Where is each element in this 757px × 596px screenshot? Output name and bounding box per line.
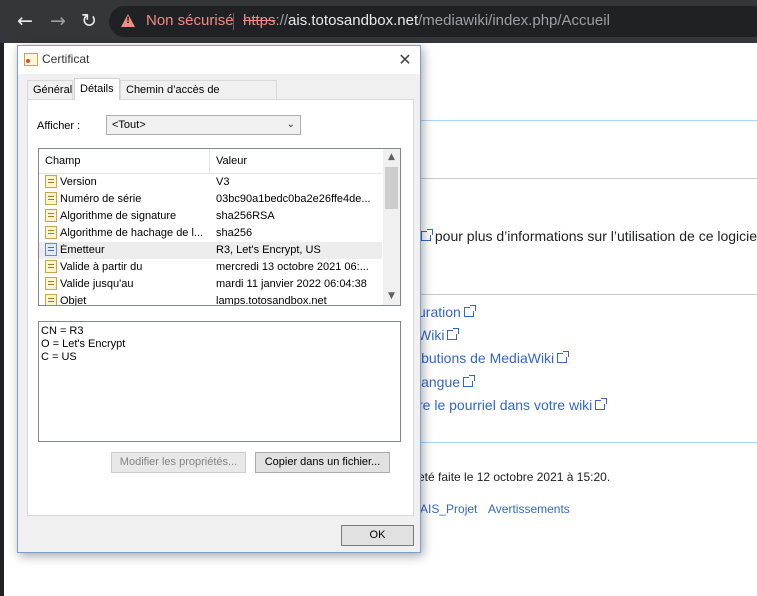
scrollbar-thumb[interactable]	[385, 167, 398, 209]
field-value: lamps.totosandbox.net	[216, 295, 327, 306]
field-name: Valide jusqu'au	[60, 278, 134, 290]
link-spam[interactable]: re le pourriel dans votre wiki	[418, 397, 608, 413]
url-path: /mediawiki/index.php/Accueil	[418, 12, 610, 29]
field-value: mardi 11 janvier 2022 06:04:38	[216, 278, 367, 290]
show-select[interactable]: <Tout> ⌄	[106, 115, 301, 135]
chevron-down-icon: ⌄	[286, 119, 295, 130]
detail-line: C = US	[41, 351, 77, 363]
list-item[interactable]: Objet lamps.totosandbox.net	[39, 293, 382, 306]
link-configuration[interactable]: uration	[418, 304, 476, 320]
list-scrollbar[interactable]: ▲ ▼	[383, 149, 400, 305]
list-item[interactable]: Algorithme de signature sha256RSA	[39, 208, 382, 225]
field-name: Émetteur	[60, 244, 105, 256]
field-value: 03bc90a1bedc0ba2e26ffe4de...	[216, 193, 371, 205]
link-wiki[interactable]: Wiki	[418, 327, 460, 343]
list-item[interactable]: Numéro de série 03bc90a1bedc0ba2e26ffe4de…	[39, 191, 382, 208]
window-edge	[0, 43, 4, 596]
external-link-icon[interactable]	[421, 229, 433, 241]
warning-icon[interactable]	[121, 14, 135, 27]
address-bar[interactable]: Non sécurisé https://ais.totosandbox.net…	[109, 6, 757, 37]
section-divider	[420, 294, 757, 295]
dialog-title: Certificat	[42, 52, 90, 66]
certificate-icon	[24, 53, 38, 66]
certificate-field-icon	[45, 226, 57, 239]
list-item[interactable]: Valide à partir du mercredi 13 octobre 20…	[39, 259, 382, 276]
field-value: V3	[216, 176, 230, 188]
field-name: Algorithme de signature	[60, 210, 177, 222]
address-separator	[233, 13, 234, 30]
detail-line: CN = R3	[41, 325, 84, 337]
list-header: Champ Valeur	[39, 149, 382, 174]
url-host: ais.totosandbox.net	[288, 12, 419, 29]
tab-certification-path[interactable]: Chemin d’accès de certification	[120, 80, 277, 115]
list-item[interactable]: Émetteur R3, Let's Encrypt, US	[39, 242, 382, 259]
ok-button[interactable]: OK	[341, 525, 414, 546]
link-distributions[interactable]: ibutions de MediaWiki	[418, 350, 570, 366]
column-header-value[interactable]: Valeur	[216, 155, 247, 167]
back-arrow-icon[interactable]: ←	[17, 11, 33, 31]
list-item[interactable]: Algorithme de hachage de l... sha256	[39, 225, 382, 242]
field-value: R3, Let's Encrypt, US	[216, 244, 321, 256]
external-link-icon	[447, 328, 460, 340]
tab-general[interactable]: Général	[27, 80, 73, 99]
field-value: sha256RSA	[216, 210, 275, 222]
field-value: sha256	[216, 227, 253, 239]
footer-divider	[420, 442, 757, 443]
info-paragraph: pour plus d’informations sur l’utilisati…	[418, 228, 757, 244]
list-item[interactable]: Version V3	[39, 174, 382, 191]
footer-link-project[interactable]: AIS_Projet	[420, 502, 477, 516]
url-separator: ://	[275, 12, 289, 29]
copy-to-file-button[interactable]: Copier dans un fichier...	[255, 452, 390, 473]
scroll-down-icon[interactable]: ▼	[383, 288, 400, 305]
scroll-up-icon[interactable]: ▲	[383, 149, 400, 166]
url-scheme: https	[243, 12, 276, 29]
field-name: Algorithme de hachage de l...	[60, 227, 204, 239]
certificate-field-icon	[45, 243, 57, 256]
field-name: Version	[60, 176, 97, 188]
field-name: Valide à partir du	[60, 261, 143, 273]
field-detail-textbox[interactable]: CN = R3 O = Let's Encrypt C = US	[38, 321, 401, 442]
certificate-field-icon	[45, 294, 57, 305]
external-link-icon	[463, 375, 476, 387]
info-text: pour plus d’informations sur l’utilisati…	[434, 228, 757, 244]
security-status[interactable]: Non sécurisé	[146, 12, 234, 29]
section-divider	[420, 120, 757, 121]
footer-last-modified: eté faite le 12 octobre 2021 à 15:20.	[418, 470, 611, 484]
browser-toolbar: ← → ↻ Non sécurisé https://ais.totosandb…	[0, 0, 757, 43]
certificate-dialog: Certificat ✕ Général Détails Chemin d’ac…	[17, 45, 421, 553]
show-select-value: <Tout>	[112, 119, 146, 131]
field-name: Numéro de série	[60, 193, 142, 205]
section-divider	[420, 178, 757, 179]
external-link-icon	[595, 398, 608, 410]
column-separator[interactable]	[209, 149, 210, 173]
link-language[interactable]: langue	[418, 374, 476, 390]
dialog-titlebar[interactable]: Certificat ✕	[18, 46, 420, 74]
certificate-field-icon	[45, 192, 57, 205]
close-button[interactable]: ✕	[390, 46, 420, 74]
external-link-icon	[557, 351, 570, 363]
reload-icon[interactable]: ↻	[81, 11, 97, 31]
tab-details[interactable]: Détails	[74, 78, 120, 100]
certificate-field-icon	[45, 175, 57, 188]
certificate-field-icon	[45, 209, 57, 222]
certificate-field-icon	[45, 277, 57, 290]
footer-link-disclaimer[interactable]: Avertissements	[488, 502, 570, 516]
edit-properties-button[interactable]: Modifier les propriétés...	[111, 452, 246, 473]
field-name: Objet	[60, 295, 87, 306]
detail-line: O = Let's Encrypt	[41, 338, 126, 350]
field-value: mercredi 13 octobre 2021 06:...	[216, 261, 369, 273]
list-item[interactable]: Valide jusqu'au mardi 11 janvier 2022 06:…	[39, 276, 382, 293]
show-label: Afficher :	[37, 120, 81, 132]
details-panel: Afficher : <Tout> ⌄ Champ Valeur Version…	[27, 99, 414, 516]
fields-list[interactable]: Champ Valeur Version V3 Numéro de série 03b…	[38, 148, 401, 306]
external-link-icon	[463, 305, 476, 317]
forward-arrow-icon[interactable]: →	[50, 11, 66, 31]
certificate-field-icon	[45, 260, 57, 273]
column-header-field[interactable]: Champ	[45, 155, 80, 167]
url-text[interactable]: https://ais.totosandbox.net/mediawiki/in…	[243, 12, 610, 29]
